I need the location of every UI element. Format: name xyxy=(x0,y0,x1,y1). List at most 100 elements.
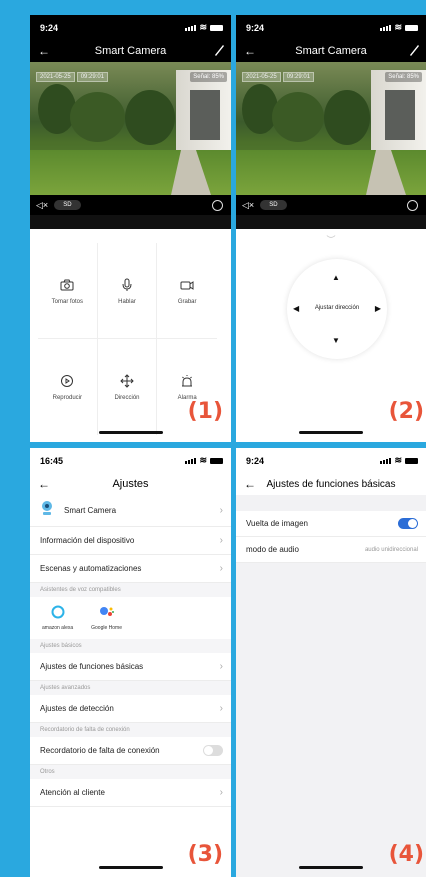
battery-icon xyxy=(210,457,223,464)
sd-quality-button[interactable]: SD xyxy=(54,200,81,210)
wifi-icon: ≋ xyxy=(199,455,207,465)
action-take-photo[interactable]: Tomar fotos xyxy=(38,243,98,339)
status-bar: 16:45 ≋ xyxy=(30,448,231,473)
action-talk[interactable]: Hablar xyxy=(97,243,158,339)
timestamp-time: 09:29:01 xyxy=(282,72,315,82)
wifi-icon: ≋ xyxy=(394,455,402,465)
image-flip-toggle[interactable] xyxy=(398,518,418,529)
chevron-right-icon: › xyxy=(219,563,223,574)
camera-feed[interactable]: 2021-05-25 09:29:01 Señal: 85% xyxy=(30,62,231,195)
device-row[interactable]: Smart Camera › xyxy=(30,495,231,527)
chevron-right-icon: › xyxy=(219,703,223,714)
edit-icon[interactable] xyxy=(408,43,420,60)
timestamp-date: 2021-05-25 xyxy=(242,72,281,82)
status-icons: ≋ xyxy=(185,455,223,466)
device-name: Smart Camera xyxy=(64,506,117,515)
chevron-right-icon: › xyxy=(219,535,223,546)
home-indicator[interactable] xyxy=(299,866,363,869)
alexa-item[interactable]: amazon alexa xyxy=(42,605,73,631)
camera-device-icon xyxy=(40,500,54,521)
page-title: Smart Camera xyxy=(94,45,167,57)
battery-icon xyxy=(405,457,418,464)
panel-basic-settings: 9:24 ≋ ← Ajustes de funciones básicas Vu… xyxy=(236,448,426,877)
microphone-icon xyxy=(119,277,135,293)
action-record[interactable]: Grabar xyxy=(157,243,217,339)
panel-settings: 16:45 ≋ ← Ajustes Smart Camera › Informa… xyxy=(30,448,231,877)
mute-button[interactable]: ◁× xyxy=(36,200,48,211)
offline-reminder-toggle[interactable] xyxy=(203,745,223,756)
fullscreen-button[interactable] xyxy=(407,199,418,211)
scenes-row[interactable]: Escenas y automatizaciones › xyxy=(30,555,231,583)
timestamp-overlay: 2021-05-25 09:29:01 xyxy=(242,72,315,82)
chevron-down-icon[interactable]: ︶ xyxy=(236,233,426,246)
ptz-dpad: ▲ ▼ ◀ ▶ Ajustar dirección xyxy=(287,259,387,359)
status-time: 16:45 xyxy=(40,455,64,466)
alexa-icon xyxy=(51,605,65,621)
row-label: Escenas y automatizaciones xyxy=(40,564,142,573)
move-arrows-icon xyxy=(119,373,135,389)
back-button[interactable]: ← xyxy=(38,44,50,58)
audio-mode-value: audio unidireccional xyxy=(364,546,418,553)
action-direction[interactable]: Dirección xyxy=(98,339,158,435)
signal-badge: Señal: 85% xyxy=(190,72,227,82)
camera-feed[interactable]: 2021-05-25 09:29:01 Señal: 85% xyxy=(236,62,426,195)
fullscreen-button[interactable] xyxy=(212,199,223,211)
battery-icon xyxy=(405,24,418,31)
app-bar: ← Ajustes de funciones básicas xyxy=(236,473,426,495)
status-time: 9:24 xyxy=(246,455,265,466)
app-bar: ← Ajustes xyxy=(30,473,231,495)
panel-number: (2) xyxy=(388,399,424,424)
status-time: 9:24 xyxy=(246,22,265,33)
camera-controls: ◁× SD xyxy=(236,195,426,215)
status-bar: 9:24 ≋ xyxy=(236,15,426,40)
back-button[interactable]: ← xyxy=(244,44,256,58)
status-icons: ≋ xyxy=(380,455,418,466)
arrow-down-button[interactable]: ▼ xyxy=(332,336,340,345)
signal-icon xyxy=(380,457,392,464)
detection-settings-row[interactable]: Ajustes de detección › xyxy=(30,695,231,723)
device-info-row[interactable]: Información del dispositivo › xyxy=(30,527,231,555)
section-header: Recordatorio de falta de conexión xyxy=(30,723,231,737)
action-playback[interactable]: Reproducir xyxy=(38,339,98,435)
timestamp-overlay: 2021-05-25 09:29:01 xyxy=(36,72,109,82)
section-header: Asistentes de voz compatibles xyxy=(30,583,231,597)
timestamp-date: 2021-05-25 xyxy=(36,72,75,82)
divider-strip xyxy=(30,215,231,229)
sd-quality-button[interactable]: SD xyxy=(260,200,287,210)
camera-icon xyxy=(59,277,75,293)
wifi-icon: ≋ xyxy=(199,22,207,32)
action-label: Reproducir xyxy=(52,395,82,401)
page-title: Ajustes de funciones básicas xyxy=(266,478,396,490)
home-indicator[interactable] xyxy=(98,866,163,869)
panel-number: (4) xyxy=(388,842,424,867)
app-bar: ← Smart Camera xyxy=(30,40,231,62)
arrow-up-button[interactable]: ▲ xyxy=(332,273,340,282)
timestamp-time: 09:29:01 xyxy=(76,72,109,82)
edit-icon[interactable] xyxy=(213,43,225,60)
status-bar: 9:24 ≋ xyxy=(30,15,231,40)
action-label: Hablar xyxy=(118,298,136,305)
back-button[interactable]: ← xyxy=(38,477,50,491)
section-header: Ajustes básicos xyxy=(30,639,231,653)
google-home-item[interactable]: Google Home xyxy=(91,605,122,631)
back-button[interactable]: ← xyxy=(244,477,256,491)
google-label: Google Home xyxy=(91,625,122,631)
page-title: Smart Camera xyxy=(295,45,367,57)
home-indicator[interactable] xyxy=(98,431,163,434)
row-label: modo de audio xyxy=(246,545,299,554)
row-label: Vuelta de imagen xyxy=(246,519,308,528)
section-header: Ajustes avanzados xyxy=(30,681,231,695)
basic-settings-row[interactable]: Ajustes de funciones básicas › xyxy=(30,653,231,681)
action-label: Grabar xyxy=(177,298,197,305)
home-indicator[interactable] xyxy=(299,431,363,434)
customer-support-row[interactable]: Atención al cliente › xyxy=(30,779,231,807)
status-bar: 9:24 ≋ xyxy=(236,448,426,473)
chevron-right-icon: › xyxy=(219,787,223,798)
signal-icon xyxy=(185,457,197,464)
mute-button[interactable]: ◁× xyxy=(242,200,254,211)
action-label: Tomar fotos xyxy=(51,298,83,305)
voice-assistants: amazon alexa Google Home xyxy=(30,597,231,639)
panel-ptz-control: 9:24 ≋ ← Smart Camera 2021-05-25 09:29:0… xyxy=(236,15,426,442)
battery-icon xyxy=(210,24,223,31)
audio-mode-row[interactable]: modo de audio audio unidireccional xyxy=(236,537,426,563)
